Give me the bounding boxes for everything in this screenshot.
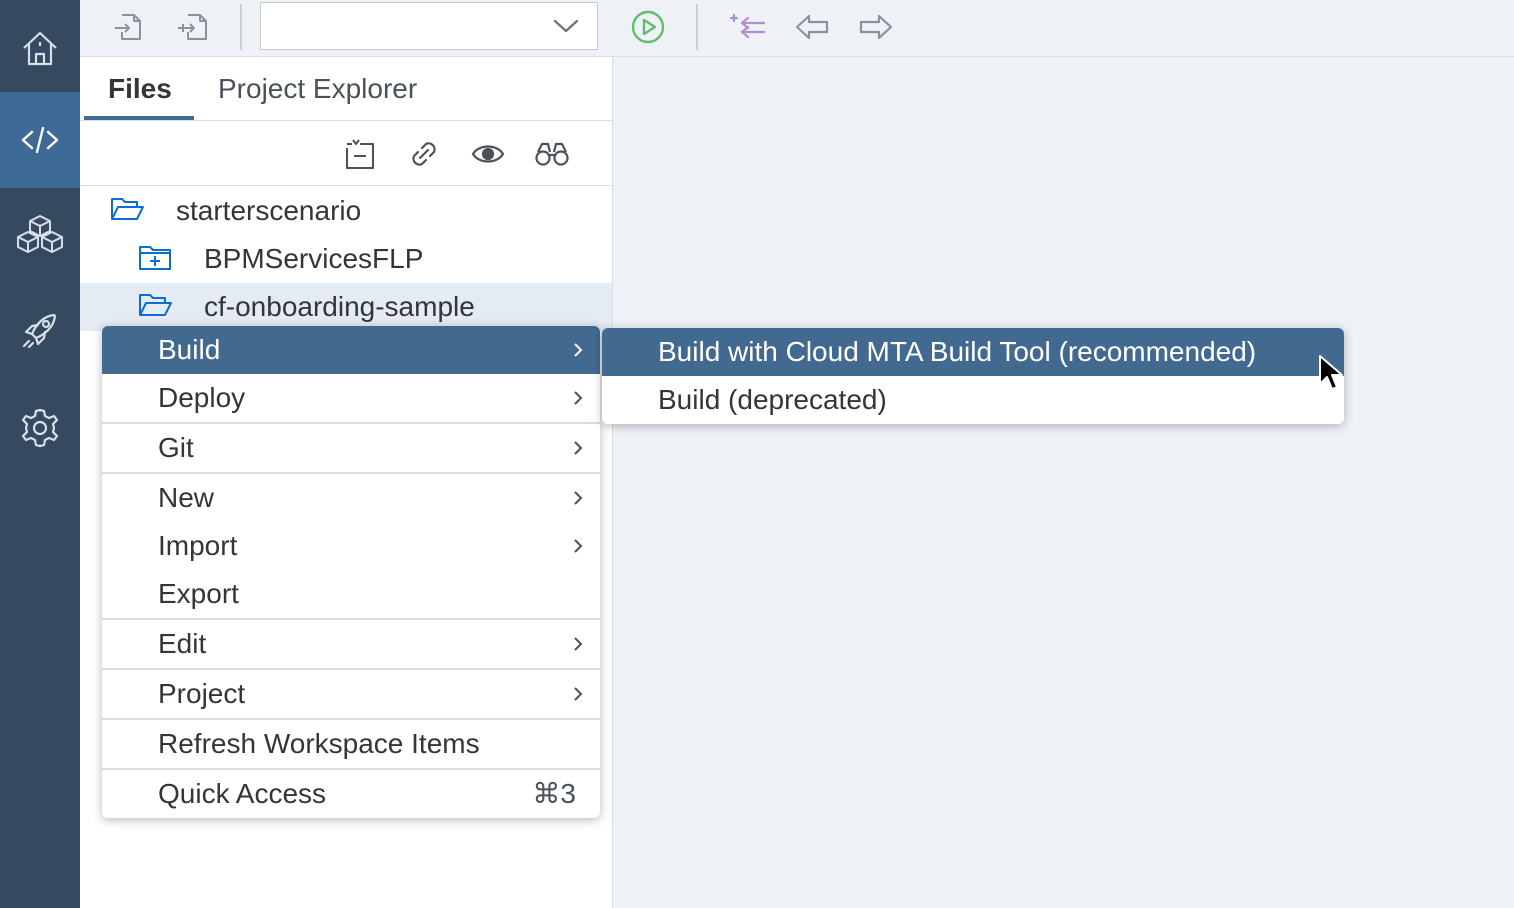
home-icon bbox=[20, 28, 60, 68]
menu-item-build[interactable]: Build bbox=[102, 326, 600, 374]
nav-deploy[interactable] bbox=[0, 282, 80, 378]
folder-open-icon bbox=[138, 291, 172, 319]
build-submenu: Build with Cloud MTA Build Tool (recomme… bbox=[602, 328, 1344, 424]
active-tab-indicator bbox=[84, 116, 194, 120]
menu-item-refresh-workspace[interactable]: Refresh Workspace Items bbox=[102, 720, 600, 768]
menu-item-quick-access[interactable]: Quick Access ⌘3 bbox=[102, 770, 600, 818]
tree-item-cf-onboarding-sample[interactable]: cf-onboarding-sample bbox=[80, 283, 612, 331]
menu-item-label: New bbox=[158, 482, 215, 513]
toolbar-separator bbox=[240, 4, 242, 50]
nav-development[interactable] bbox=[0, 92, 80, 188]
import-button[interactable] bbox=[108, 8, 148, 46]
compare-button[interactable] bbox=[728, 8, 768, 46]
chevron-right-icon bbox=[572, 490, 584, 506]
forward-button[interactable] bbox=[856, 8, 896, 46]
run-icon bbox=[630, 9, 666, 45]
menu-item-deploy[interactable]: Deploy bbox=[102, 374, 600, 422]
menu-item-label: Import bbox=[158, 530, 238, 561]
rocket-icon bbox=[20, 310, 60, 350]
menu-item-label: Refresh Workspace Items bbox=[158, 728, 480, 759]
menu-item-build-cloud-mta[interactable]: Build with Cloud MTA Build Tool (recomme… bbox=[602, 328, 1344, 376]
chevron-right-icon bbox=[572, 538, 584, 554]
menu-item-label: Build with Cloud MTA Build Tool (recomme… bbox=[658, 336, 1257, 367]
dropdown-chevron-icon bbox=[553, 17, 579, 35]
menu-item-label: Export bbox=[158, 578, 239, 609]
tree-item-label: starterscenario bbox=[176, 195, 362, 226]
left-navigation bbox=[0, 0, 80, 908]
collapse-all-icon bbox=[344, 138, 376, 170]
run-button[interactable] bbox=[628, 8, 668, 46]
menu-item-label: Quick Access bbox=[158, 778, 327, 809]
panel-toolbar bbox=[80, 121, 612, 186]
chevron-right-icon bbox=[572, 440, 584, 456]
tree-item-starterscenario[interactable]: starterscenario bbox=[80, 187, 612, 235]
nav-storage[interactable] bbox=[0, 186, 80, 282]
menu-item-label: Git bbox=[158, 432, 194, 463]
tree-item-label: BPMServicesFLP bbox=[204, 243, 424, 274]
menu-item-edit[interactable]: Edit bbox=[102, 620, 600, 668]
chevron-right-icon bbox=[572, 686, 584, 702]
tab-files[interactable]: Files bbox=[108, 71, 172, 107]
menu-item-label: Project bbox=[158, 678, 246, 709]
chevron-right-icon bbox=[572, 390, 584, 406]
menu-item-import[interactable]: Import bbox=[102, 522, 600, 570]
menu-item-new[interactable]: New bbox=[102, 474, 600, 522]
tab-project-explorer[interactable]: Project Explorer bbox=[218, 71, 417, 107]
menu-item-git[interactable]: Git bbox=[102, 424, 600, 472]
link-editor-button[interactable] bbox=[404, 135, 444, 173]
tree-item-bpmservicesflp[interactable]: BPMServicesFLP bbox=[80, 235, 612, 283]
menu-item-label: Deploy bbox=[158, 382, 246, 413]
nav-home[interactable] bbox=[0, 0, 80, 96]
menu-item-label: Edit bbox=[158, 628, 207, 659]
menu-item-build-deprecated[interactable]: Build (deprecated) bbox=[602, 376, 1344, 424]
cubes-icon bbox=[16, 212, 64, 256]
mouse-cursor-icon bbox=[1318, 354, 1344, 392]
eye-icon bbox=[471, 141, 505, 167]
folder-open-icon bbox=[110, 195, 144, 223]
nav-preferences[interactable] bbox=[0, 380, 80, 476]
export-icon bbox=[176, 11, 208, 43]
menu-item-export[interactable]: Export bbox=[102, 570, 600, 618]
binoculars-icon bbox=[534, 140, 570, 168]
link-icon bbox=[408, 138, 440, 170]
menu-item-project[interactable]: Project bbox=[102, 670, 600, 718]
gear-icon bbox=[19, 407, 61, 449]
menu-item-label: Build bbox=[158, 334, 221, 365]
collapse-all-button[interactable] bbox=[340, 135, 380, 173]
back-button[interactable] bbox=[792, 8, 832, 46]
run-configuration-select[interactable] bbox=[260, 2, 598, 50]
chevron-right-icon bbox=[572, 636, 584, 652]
import-icon bbox=[112, 11, 144, 43]
context-menu: Build Deploy Git New Import Export Edit … bbox=[102, 326, 600, 818]
compare-icon bbox=[730, 11, 766, 43]
shortcut-label: ⌘3 bbox=[532, 778, 576, 809]
tree-item-label: cf-onboarding-sample bbox=[204, 291, 475, 322]
folder-plus-icon bbox=[138, 243, 172, 271]
find-button[interactable] bbox=[532, 135, 572, 173]
forward-arrow-icon bbox=[858, 12, 894, 42]
toolbar-separator bbox=[696, 4, 698, 50]
code-icon bbox=[20, 120, 60, 160]
toolbar bbox=[80, 0, 1514, 57]
export-button[interactable] bbox=[172, 8, 212, 46]
show-hidden-button[interactable] bbox=[468, 135, 508, 173]
panel-tabs: Files Project Explorer bbox=[80, 57, 612, 121]
chevron-right-icon bbox=[572, 342, 584, 358]
back-arrow-icon bbox=[794, 12, 830, 42]
menu-item-label: Build (deprecated) bbox=[658, 384, 887, 415]
